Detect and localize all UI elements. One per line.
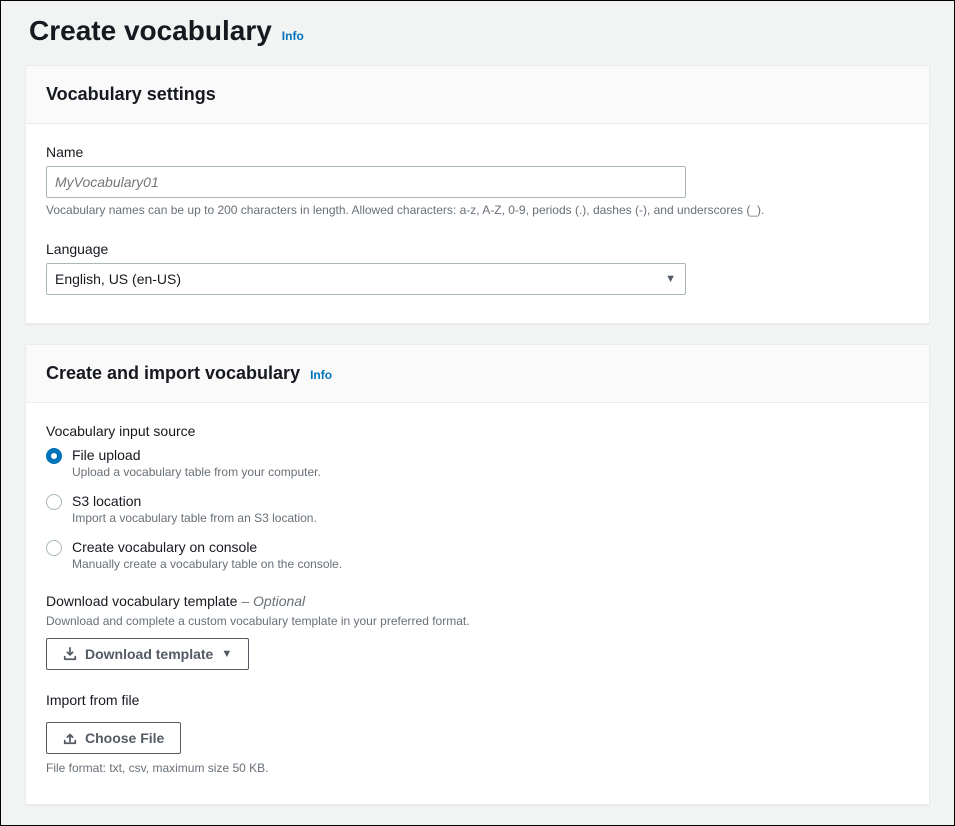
download-button-label: Download template	[85, 646, 213, 662]
source-label: Vocabulary input source	[46, 423, 909, 439]
panel-header: Create and import vocabulary Info	[26, 345, 929, 403]
radio-label: File upload	[72, 447, 321, 463]
radio-desc: Import a vocabulary table from an S3 loc…	[72, 511, 317, 525]
info-link[interactable]: Info	[310, 368, 332, 382]
radio-file-upload[interactable]: File upload Upload a vocabulary table fr…	[46, 447, 909, 479]
name-field-group: Name Vocabulary names can be up to 200 c…	[46, 144, 909, 219]
input-source-group: Vocabulary input source File upload Uplo…	[46, 423, 909, 571]
name-helper: Vocabulary names can be up to 200 charac…	[46, 202, 909, 219]
name-input[interactable]	[46, 166, 686, 198]
language-field-group: Language English, US (en-US) ▼	[46, 241, 909, 295]
choose-file-label: Choose File	[85, 730, 164, 746]
radio-label: Create vocabulary on console	[72, 539, 342, 555]
radio-icon	[46, 540, 62, 556]
download-template-group: Download vocabulary template – Optional …	[46, 593, 909, 670]
optional-tag: – Optional	[237, 593, 305, 609]
radio-s3-location[interactable]: S3 location Import a vocabulary table fr…	[46, 493, 909, 525]
info-link[interactable]: Info	[282, 29, 304, 43]
download-label: Download vocabulary template – Optional	[46, 593, 909, 609]
file-format-helper: File format: txt, csv, maximum size 50 K…	[46, 760, 909, 777]
download-template-button[interactable]: Download template ▼	[46, 638, 249, 670]
import-header: Create and import vocabulary	[46, 363, 300, 384]
radio-icon	[46, 448, 62, 464]
choose-file-button[interactable]: Choose File	[46, 722, 181, 754]
chevron-down-icon: ▼	[221, 648, 232, 660]
upload-icon	[63, 731, 77, 745]
download-label-text: Download vocabulary template	[46, 593, 237, 609]
import-file-label: Import from file	[46, 692, 909, 708]
page-title: Create vocabulary	[29, 15, 272, 47]
panel-header: Vocabulary settings	[26, 66, 929, 124]
import-file-group: Import from file Choose File File format…	[46, 692, 909, 777]
radio-label: S3 location	[72, 493, 317, 509]
radio-console[interactable]: Create vocabulary on console Manually cr…	[46, 539, 909, 571]
language-select[interactable]: English, US (en-US)	[46, 263, 686, 295]
language-label: Language	[46, 241, 909, 257]
radio-icon	[46, 494, 62, 510]
create-import-panel: Create and import vocabulary Info Vocabu…	[25, 344, 930, 806]
radio-desc: Manually create a vocabulary table on th…	[72, 557, 342, 571]
download-icon	[63, 647, 77, 661]
page-header: Create vocabulary Info	[1, 1, 954, 65]
download-desc: Download and complete a custom vocabular…	[46, 613, 909, 630]
name-label: Name	[46, 144, 909, 160]
radio-desc: Upload a vocabulary table from your comp…	[72, 465, 321, 479]
settings-header: Vocabulary settings	[46, 84, 216, 105]
vocabulary-settings-panel: Vocabulary settings Name Vocabulary name…	[25, 65, 930, 324]
